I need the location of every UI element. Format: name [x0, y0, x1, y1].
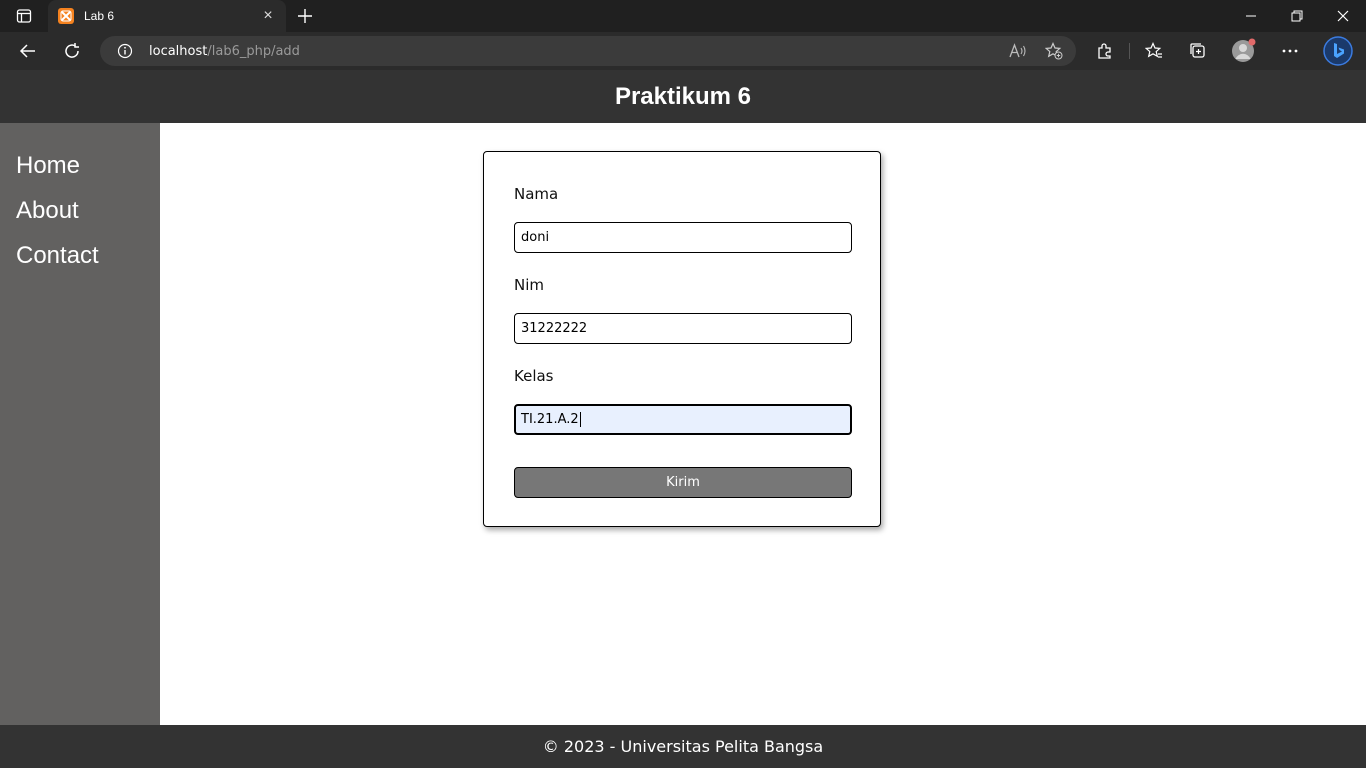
- footer-copyright: © 2023 - Universitas Pelita Bangsa: [542, 737, 824, 756]
- sidebar-item-home[interactable]: Home: [0, 143, 160, 188]
- add-favorite-icon[interactable]: [1041, 40, 1067, 62]
- refresh-icon[interactable]: [57, 37, 87, 65]
- bing-copilot-icon[interactable]: [1322, 35, 1354, 67]
- site-info-icon[interactable]: [117, 43, 133, 59]
- tab-actions-icon[interactable]: [10, 6, 38, 26]
- sidebar-item-contact[interactable]: Contact: [0, 233, 160, 278]
- text-caret: [579, 412, 581, 427]
- site-header: Praktikum 6: [0, 70, 1366, 123]
- sidebar-item-about[interactable]: About: [0, 188, 160, 233]
- collections-icon[interactable]: [1183, 37, 1213, 65]
- nama-input[interactable]: doni: [514, 222, 852, 253]
- url-path: /lab6_php/add: [207, 43, 300, 59]
- toolbar-divider: [1129, 43, 1130, 59]
- tab-title: Lab 6: [84, 9, 115, 23]
- profile-avatar-icon[interactable]: [1229, 37, 1259, 65]
- minimize-icon[interactable]: [1228, 0, 1274, 32]
- address-bar[interactable]: localhost/lab6_php/add: [100, 36, 1076, 66]
- xampp-favicon-icon: [58, 8, 74, 24]
- browser-tab-bar: Lab 6 ×: [0, 0, 1366, 32]
- extensions-icon[interactable]: [1090, 37, 1120, 65]
- tab-close-icon[interactable]: ×: [256, 4, 280, 28]
- browser-toolbar: localhost/lab6_php/add: [0, 32, 1366, 70]
- kelas-input[interactable]: TI.21.A.2: [514, 404, 852, 435]
- nim-label: Nim: [514, 276, 544, 294]
- nama-label: Nama: [514, 185, 559, 203]
- more-options-icon[interactable]: [1275, 37, 1305, 65]
- page-title: Praktikum 6: [614, 82, 752, 110]
- nim-input[interactable]: 31222222: [514, 313, 852, 344]
- read-aloud-icon[interactable]: [1005, 40, 1031, 62]
- browser-tab[interactable]: Lab 6 ×: [48, 0, 286, 32]
- favorites-icon[interactable]: [1139, 37, 1169, 65]
- kelas-input-value: TI.21.A.2: [521, 412, 579, 427]
- url-text[interactable]: localhost/lab6_php/add: [149, 44, 300, 59]
- sidebar: Home About Contact: [0, 123, 160, 725]
- sidebar-nav: Home About Contact: [0, 123, 160, 278]
- main-content: Nama doni Nim 31222222 Kelas TI.21.A.2 K…: [160, 123, 1366, 725]
- kelas-label: Kelas: [514, 367, 554, 385]
- restore-icon[interactable]: [1274, 0, 1320, 32]
- back-icon[interactable]: [13, 37, 43, 65]
- url-host: localhost: [149, 43, 208, 59]
- site-footer: © 2023 - Universitas Pelita Bangsa: [0, 725, 1366, 768]
- close-window-icon[interactable]: [1320, 0, 1366, 32]
- add-form-card: Nama doni Nim 31222222 Kelas TI.21.A.2 K…: [483, 151, 881, 527]
- new-tab-icon[interactable]: [292, 4, 318, 28]
- kirim-button[interactable]: Kirim: [514, 467, 852, 498]
- nama-input-value: doni: [521, 230, 550, 245]
- nim-input-value: 31222222: [521, 321, 588, 336]
